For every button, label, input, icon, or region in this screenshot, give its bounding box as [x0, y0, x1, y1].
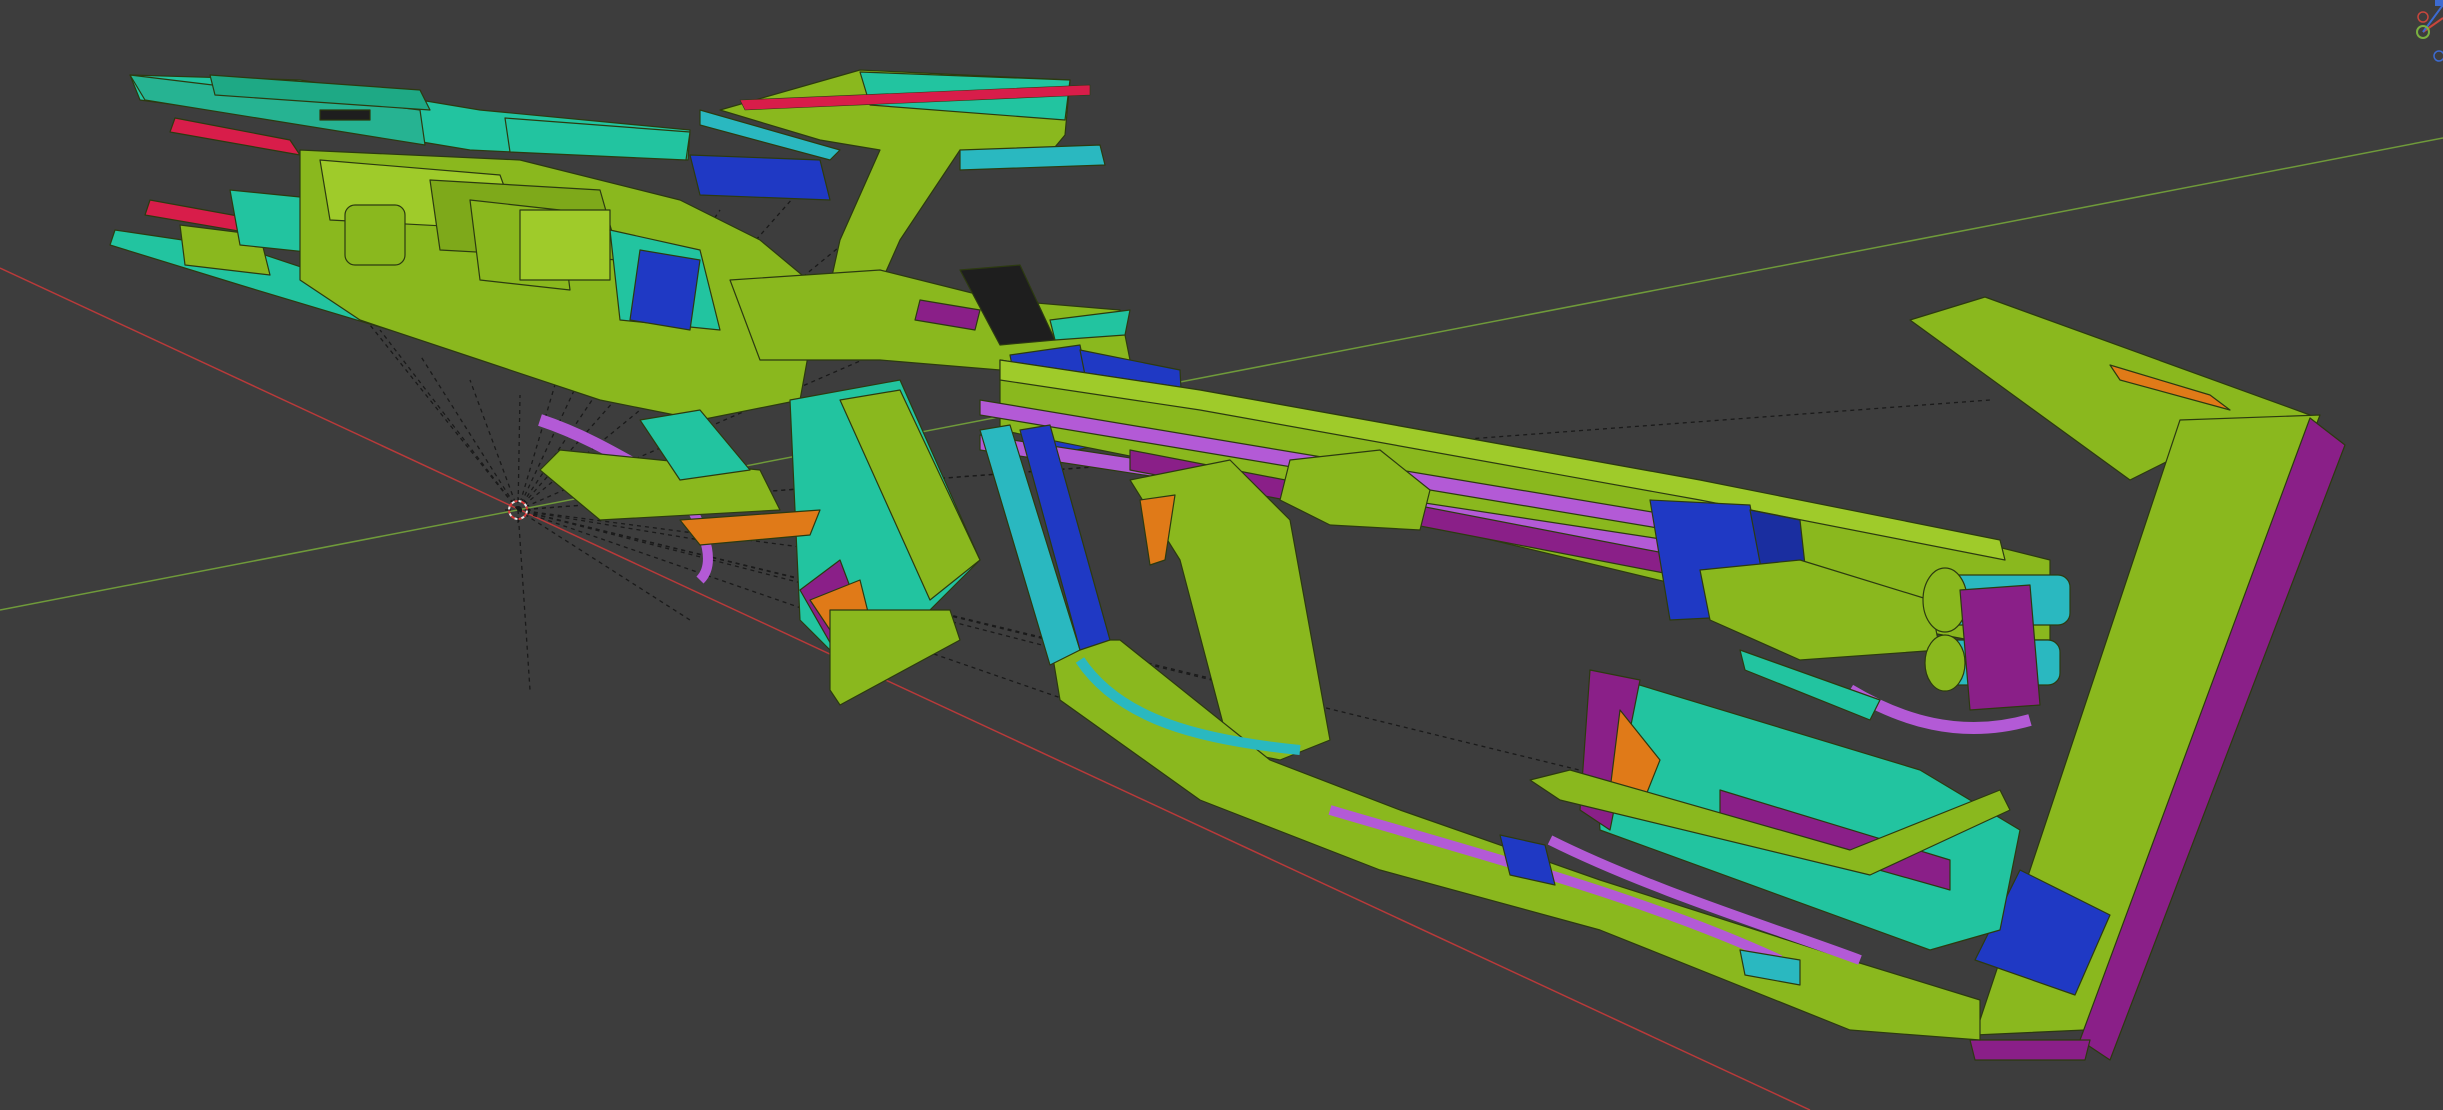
gizmo-z-negative[interactable]: [2433, 50, 2443, 62]
gizmo-x-negative[interactable]: [2417, 11, 2429, 23]
3d-viewport[interactable]: [0, 0, 2443, 1110]
navigation-gizmo[interactable]: [2383, 0, 2443, 70]
viewport-canvas[interactable]: [0, 0, 2443, 1110]
gizmo-z-positive[interactable]: [2435, 0, 2443, 6]
rifle-model[interactable]: [109, 69, 2346, 1061]
